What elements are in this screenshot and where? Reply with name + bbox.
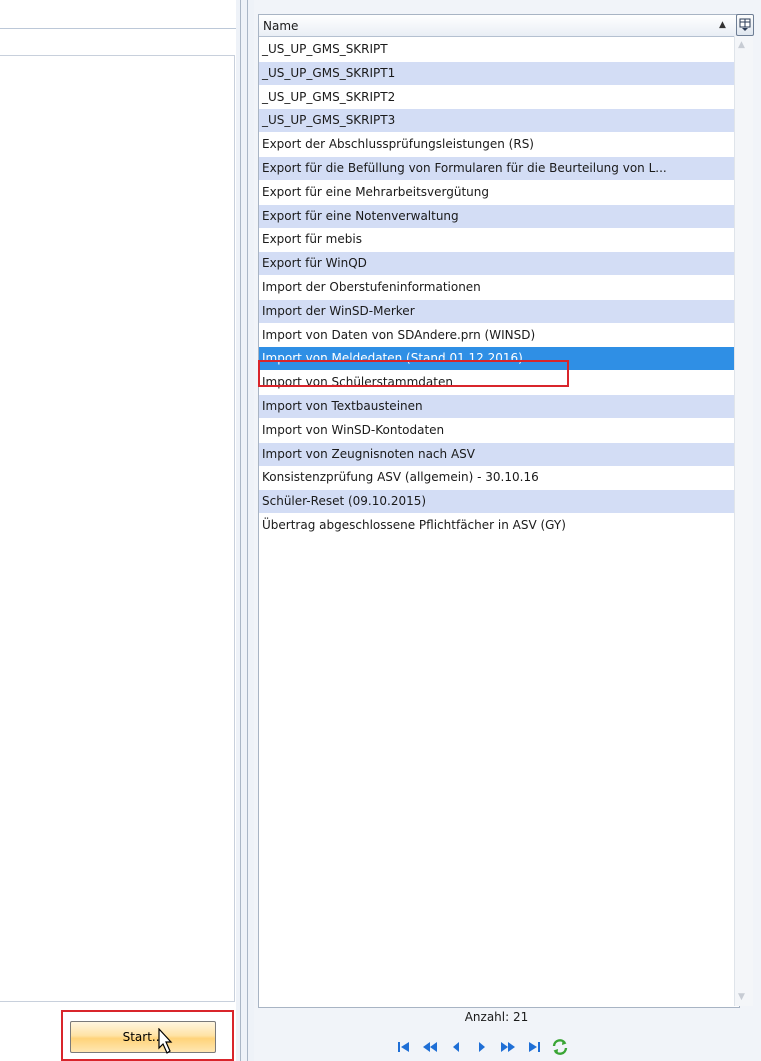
right-pane: Name ▲ _US_UP_GMS_SKRIPT _US_UP_GMS_SKRIP… (254, 0, 761, 1061)
table-row[interactable]: Import der WinSD-Merker (259, 299, 735, 323)
vertical-scrollbar[interactable]: ▲ ▼ (734, 36, 753, 1006)
details-panel (0, 55, 235, 1002)
scroll-up-icon[interactable]: ▲ (738, 40, 745, 50)
left-divider (0, 28, 236, 29)
table-row[interactable]: Export der Abschlussprüfungsleistungen (… (259, 133, 735, 157)
table-row[interactable]: Export für eine Notenverwaltung (259, 204, 735, 228)
table-row[interactable]: Export für mebis (259, 228, 735, 252)
table-row[interactable]: _US_UP_GMS_SKRIPT2 (259, 85, 735, 109)
record-count: Anzahl: 21 (464, 1010, 529, 1024)
table-row[interactable]: Import von Schülerstammdaten (259, 371, 735, 395)
table-row[interactable]: _US_UP_GMS_SKRIPT3 (259, 109, 735, 133)
table-row[interactable]: Import von Daten von SDAndere.prn (WINSD… (259, 323, 735, 347)
pane-splitter[interactable] (236, 0, 254, 1061)
table-row[interactable]: Schüler-Reset (09.10.2015) (259, 490, 735, 514)
next-page-icon[interactable] (499, 1038, 517, 1056)
table-row[interactable]: Konsistenzprüfung ASV (allgemein) - 30.1… (259, 466, 735, 490)
previous-page-icon[interactable] (421, 1038, 439, 1056)
next-record-icon[interactable] (473, 1038, 491, 1056)
table-row[interactable]: Export für eine Mehrarbeitsvergütung (259, 180, 735, 204)
table-row[interactable]: Import von Zeugnisnoten nach ASV (259, 442, 735, 466)
record-navigator (395, 1037, 569, 1057)
table-row[interactable]: Import von Textbausteinen (259, 395, 735, 418)
column-header-name[interactable]: Name ▲ (259, 15, 739, 37)
table-row[interactable]: _US_UP_GMS_SKRIPT (259, 38, 735, 61)
first-page-icon[interactable] (395, 1038, 413, 1056)
refresh-icon[interactable] (551, 1038, 569, 1056)
column-chooser-icon[interactable] (736, 14, 754, 36)
table-row[interactable]: Export für WinQD (259, 252, 735, 276)
sort-ascending-icon: ▲ (719, 20, 726, 30)
scroll-down-icon[interactable]: ▼ (738, 992, 745, 1002)
previous-record-icon[interactable] (447, 1038, 465, 1056)
table-row[interactable]: Import der Oberstufeninformationen (259, 276, 735, 299)
left-pane (0, 0, 236, 1061)
table-row[interactable]: Import von WinSD-Kontodaten (259, 418, 735, 442)
last-page-icon[interactable] (525, 1038, 543, 1056)
table-row[interactable]: _US_UP_GMS_SKRIPT1 (259, 61, 735, 85)
start-button[interactable]: Start... (70, 1021, 216, 1053)
column-header-label: Name (263, 19, 299, 33)
script-list-grid: Name ▲ _US_UP_GMS_SKRIPT _US_UP_GMS_SKRIP… (258, 14, 740, 1008)
table-row[interactable]: Export für die Befüllung von Formularen … (259, 157, 735, 180)
table-row[interactable]: Import von Meldedaten (Stand 01.12.2016) (259, 347, 735, 371)
table-row[interactable]: Übertrag abgeschlossene Pflichtfächer in… (259, 514, 735, 537)
